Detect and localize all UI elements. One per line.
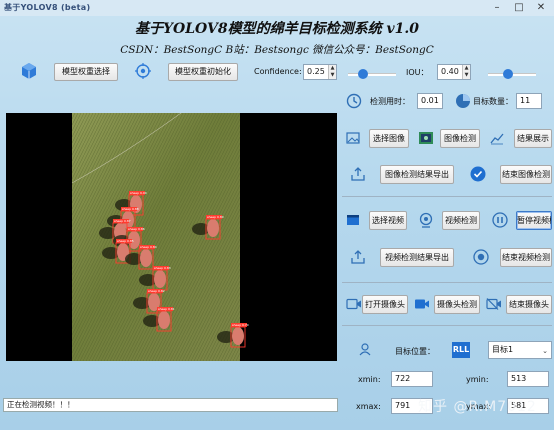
divider <box>342 196 552 197</box>
check-circle-icon <box>470 166 486 182</box>
ymin-label: ymin: <box>466 375 489 384</box>
close-icon[interactable]: ✕ <box>530 1 552 15</box>
pause-icon <box>492 212 508 228</box>
stop-circle-icon <box>473 249 489 265</box>
location-pin-icon: RLL <box>452 342 470 358</box>
detection-label: sheep 0.82 <box>148 289 165 293</box>
spin-down-icon[interactable]: ▼ <box>328 72 336 79</box>
webcam-icon <box>418 212 434 228</box>
video-display: sheep 0.90 sheep 0.88 sheep 0.87 sheep 0.86… <box>6 113 337 361</box>
page-subtitle: CSDN：BestSongC B站：Bestsongc 微信公众号：BestSo… <box>120 44 434 56</box>
model-weight-select-button[interactable]: 模型权重选择 <box>54 63 118 81</box>
video-frame: sheep 0.90 sheep 0.88 sheep 0.87 sheep 0.86… <box>71 113 249 361</box>
maximize-icon[interactable]: □ <box>508 1 530 15</box>
detect-time-label: 检测用时： <box>370 97 410 106</box>
detection-label: sheep 0.84 <box>140 245 157 249</box>
detect-time-field: 0.01 <box>417 93 443 109</box>
video-camera-icon <box>346 298 362 310</box>
video-window-icon <box>346 213 360 227</box>
upload-icon <box>350 167 366 181</box>
confidence-slider[interactable] <box>348 69 396 80</box>
video-camera-filled-icon <box>414 298 430 310</box>
ymin-field: 513 <box>507 371 549 387</box>
detection-label: sheep 0.87 <box>114 219 131 223</box>
detection-label: sheep 0.80 <box>207 215 224 219</box>
pie-chart-icon <box>455 93 471 109</box>
sheep <box>140 249 152 267</box>
show-results-button[interactable]: 结果展示 <box>514 129 552 148</box>
video-detect-button[interactable]: 视频检测 <box>442 211 480 230</box>
upload-icon <box>350 250 366 264</box>
select-video-button[interactable]: 选择视频 <box>369 211 407 230</box>
xmin-field: 722 <box>391 371 433 387</box>
iou-slider[interactable] <box>488 69 536 80</box>
iou-value: 0.40 <box>441 67 459 76</box>
open-camera-button[interactable]: 打开摄像头 <box>362 295 408 314</box>
chevron-down-icon[interactable]: ⌄ <box>542 343 548 359</box>
iou-slider-handle[interactable] <box>503 69 513 79</box>
cube-icon <box>20 62 38 80</box>
divider <box>342 325 552 326</box>
target-position-label: 目标位置： <box>395 347 435 356</box>
xmax-label: xmax: <box>356 402 381 411</box>
page-title: 基于YOLOV8模型的绵羊目标检测系统 v1.0 <box>135 21 419 37</box>
target-count-label: 目标数量： <box>473 97 513 106</box>
stop-image-detect-button[interactable]: 结束图像检测 <box>500 165 552 184</box>
model-init-button[interactable]: 模型权重初始化 <box>168 63 238 81</box>
confidence-label: Confidence: <box>254 67 302 76</box>
minimize-icon[interactable]: – <box>486 1 508 15</box>
pause-video-button[interactable]: 暂停视频检 <box>516 211 552 230</box>
spin-down-icon[interactable]: ▼ <box>462 72 470 79</box>
iou-label: IOU： <box>406 68 429 77</box>
sheep <box>158 311 170 329</box>
video-camera-off-icon <box>486 298 502 310</box>
export-video-results-button[interactable]: 视频检测结果导出 <box>380 248 454 267</box>
select-image-button[interactable]: 选择图像 <box>369 129 409 148</box>
window-titlebar: 基于YOLOV8 (beta) – □ ✕ <box>0 0 554 16</box>
target-count-field: 11 <box>516 93 542 109</box>
watermark: 知乎 @R.M7012 <box>418 399 537 415</box>
close-camera-button[interactable]: 结束摄像头 <box>506 295 552 314</box>
confidence-spinbox[interactable]: 0.25 ▲ ▼ <box>303 64 337 80</box>
image-icon <box>346 131 360 145</box>
stop-video-detect-button[interactable]: 结束视频检测 <box>500 248 552 267</box>
line-chart-icon <box>490 131 504 145</box>
confidence-slider-handle[interactable] <box>358 69 368 79</box>
target-select-value: 目标1 <box>492 345 514 354</box>
camera-detect-button[interactable]: 摄像头检测 <box>434 295 480 314</box>
detection-label: sheep 0.88 <box>122 207 139 211</box>
spin-up-icon[interactable]: ▲ <box>328 65 336 72</box>
detection-label: sheep 0.85 <box>117 239 134 243</box>
detection-label: sheep 0.86 <box>128 227 145 231</box>
export-image-results-button[interactable]: 图像检测结果导出 <box>380 165 454 184</box>
target-select-dropdown[interactable]: 目标1 ⌄ <box>488 341 552 359</box>
target-icon <box>135 63 151 79</box>
sheep <box>232 327 244 345</box>
detection-label: sheep 0.83 <box>154 266 171 270</box>
window-title: 基于YOLOV8 (beta) <box>4 3 91 12</box>
image-detect-button[interactable]: 图像检测 <box>440 129 480 148</box>
status-bar: 正在检测视频！！！ <box>3 398 338 412</box>
iou-spinbox[interactable]: 0.40 ▲ ▼ <box>437 64 471 80</box>
xmin-label: xmin: <box>358 375 381 384</box>
sheep <box>154 270 166 288</box>
user-location-icon <box>358 342 372 356</box>
divider <box>342 282 552 283</box>
detection-label: sheep 0.90 <box>130 191 147 195</box>
confidence-value: 0.25 <box>307 67 325 76</box>
detection-label: sheep 0.81 <box>158 307 175 311</box>
image-detect-icon <box>418 130 434 146</box>
detection-label: sheep 0.79 <box>232 323 249 327</box>
sheep <box>207 219 219 237</box>
clock-icon <box>346 93 362 109</box>
spin-up-icon[interactable]: ▲ <box>462 65 470 72</box>
